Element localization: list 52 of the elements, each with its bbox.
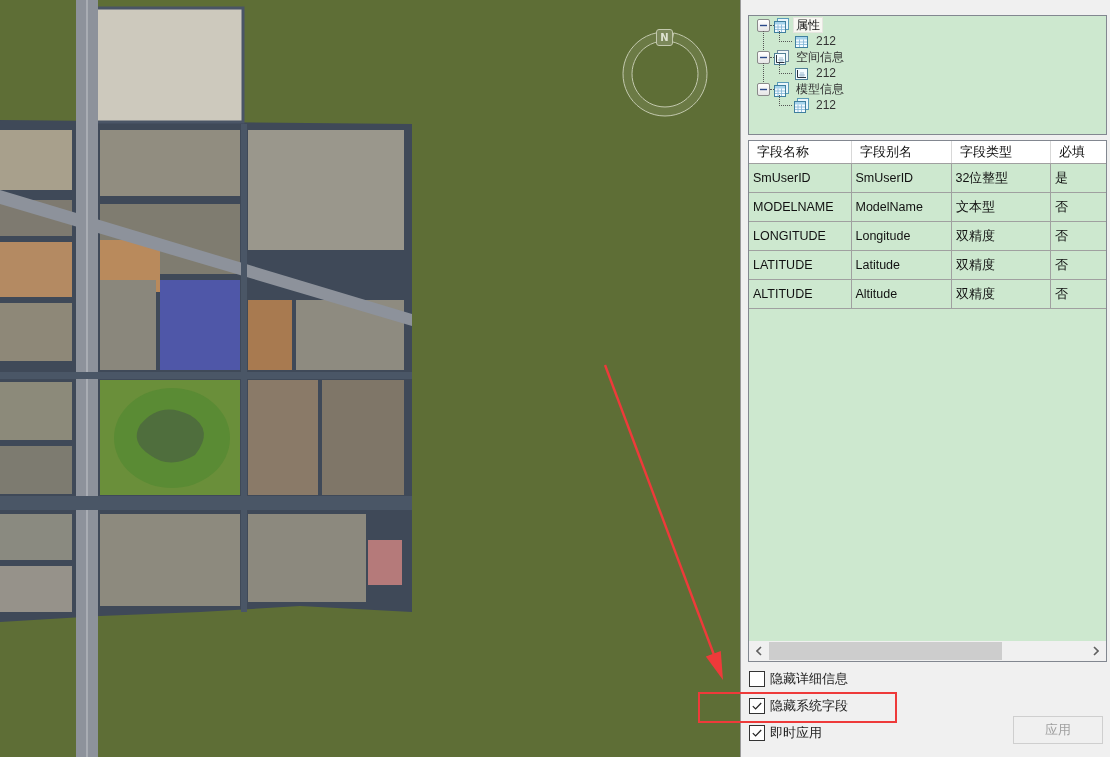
stacked-tables-icon [774, 17, 789, 33]
expander-button[interactable] [757, 50, 770, 64]
table-cell: LONGITUDE [749, 221, 851, 251]
table-cell: 32位整型 [951, 163, 1050, 193]
table-cell: MODELNAME [749, 192, 851, 222]
table-cell: 双精度 [951, 279, 1050, 309]
checkbox-label[interactable]: 隐藏系统字段 [770, 696, 848, 715]
expander-button[interactable] [757, 18, 770, 32]
table-cell: ALTITUDE [749, 279, 851, 309]
table-cell: 否 [1050, 221, 1106, 251]
checkbox-label[interactable]: 即时应用 [770, 723, 822, 742]
tree-item[interactable]: 212 [813, 97, 840, 113]
checkbox-label[interactable]: 隐藏详细信息 [770, 669, 848, 688]
tree-item[interactable]: 空间信息 [793, 49, 847, 65]
stacked-charts-icon [774, 49, 789, 65]
stacked-tables-icon [774, 81, 789, 97]
scrollbar-thumb[interactable] [769, 642, 1002, 660]
expander-button[interactable] [757, 82, 770, 96]
table-cell: 文本型 [951, 192, 1050, 222]
table-icon [794, 33, 809, 49]
table-cell: 否 [1050, 250, 1106, 280]
tree-item[interactable]: 212 [813, 65, 840, 81]
column-header[interactable]: 字段别名 [851, 141, 951, 164]
horizontal-scrollbar[interactable] [749, 641, 1106, 661]
table-cell: 是 [1050, 163, 1106, 193]
table-cell: SmUserID [851, 163, 951, 193]
tree-item[interactable]: 模型信息 [793, 81, 847, 97]
table-cell: 否 [1050, 192, 1106, 222]
table-cell: ModelName [851, 192, 951, 222]
checkbox[interactable] [749, 670, 765, 687]
table-cell: 双精度 [951, 221, 1050, 251]
checkmark-icon [752, 701, 762, 710]
table-cell: SmUserID [749, 163, 851, 193]
scroll-right-icon[interactable] [1093, 646, 1099, 656]
tree-item[interactable]: 属性 [793, 17, 823, 33]
tree-item[interactable]: 212 [813, 33, 840, 49]
column-header[interactable]: 字段名称 [749, 141, 851, 164]
scroll-left-icon[interactable] [756, 646, 762, 656]
table-cell: 双精度 [951, 250, 1050, 280]
stacked-tables-icon [794, 97, 809, 113]
checkbox[interactable] [749, 697, 765, 714]
compass-ring-icon[interactable] [622, 31, 708, 117]
table-cell: LATITUDE [749, 250, 851, 280]
table-cell: Longitude [851, 221, 951, 251]
table-cell: Latitude [851, 250, 951, 280]
table-cell: Altitude [851, 279, 951, 309]
chart-icon [794, 65, 809, 81]
column-header[interactable]: 字段类型 [951, 141, 1050, 164]
checkmark-icon [752, 728, 762, 737]
column-header[interactable]: 必填 [1050, 141, 1106, 164]
checkbox[interactable] [749, 724, 765, 741]
table-cell: 否 [1050, 279, 1106, 309]
